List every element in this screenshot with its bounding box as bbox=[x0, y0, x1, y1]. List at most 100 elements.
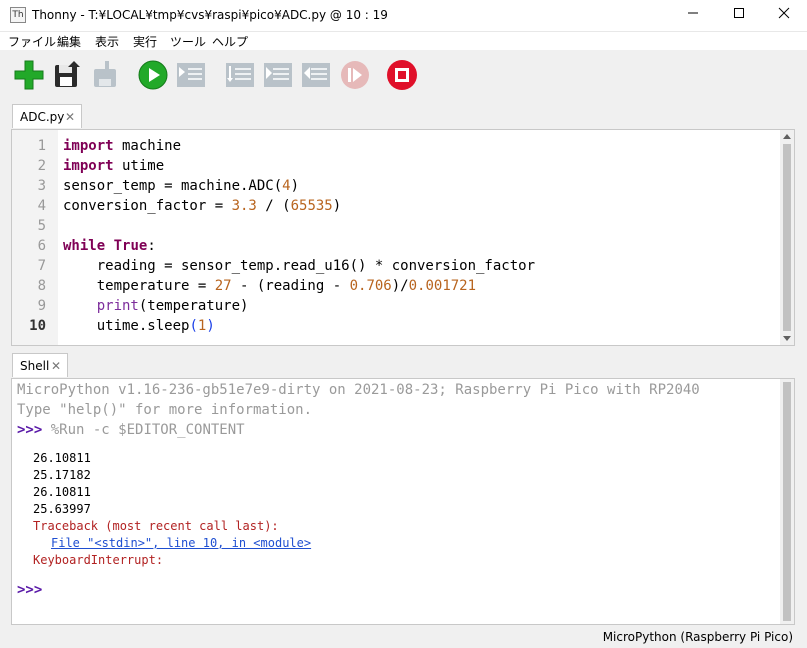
builtin-name: print bbox=[96, 298, 139, 314]
debug-button[interactable] bbox=[175, 59, 207, 91]
code-line-3: sensor_temp = machine.ADC(4) bbox=[63, 178, 299, 194]
code-text: conversion_factor = bbox=[63, 198, 232, 214]
traceback-header: Traceback (most recent call last): bbox=[33, 519, 279, 533]
save-button[interactable] bbox=[52, 59, 84, 91]
editor-scrollbar[interactable] bbox=[780, 130, 794, 345]
resume-button[interactable] bbox=[339, 59, 371, 91]
title-bar: Th Thonny - T:¥LOCAL¥tmp¥cvs¥raspi¥pico¥… bbox=[0, 0, 807, 32]
code-editor[interactable]: 1 2 3 4 5 6 7 8 9 10 import machine impo… bbox=[11, 129, 795, 346]
keyword: import bbox=[63, 158, 114, 174]
number-literal: 65535 bbox=[290, 198, 333, 214]
menu-file[interactable]: ファイル bbox=[8, 33, 56, 50]
maximize-icon bbox=[734, 8, 744, 18]
tab-shell[interactable]: Shell ✕ bbox=[12, 353, 68, 377]
line-number: 6 bbox=[37, 238, 46, 254]
line-number: 5 bbox=[37, 218, 46, 234]
step-over-button[interactable] bbox=[224, 59, 256, 91]
code-text: ) bbox=[332, 198, 342, 214]
error-message: KeyboardInterrupt: bbox=[33, 553, 164, 567]
close-button[interactable] bbox=[761, 0, 807, 31]
step-out-button[interactable] bbox=[300, 59, 332, 91]
stop-icon bbox=[387, 60, 417, 90]
number-literal: 4 bbox=[282, 178, 291, 194]
window-title: Thonny - T:¥LOCAL¥tmp¥cvs¥raspi¥pico¥ADC… bbox=[32, 8, 388, 22]
code-text: sensor_temp = machine.ADC( bbox=[63, 178, 283, 194]
code-text: (temperature) bbox=[138, 298, 249, 314]
step-over-icon bbox=[226, 63, 254, 87]
close-tab-icon[interactable]: ✕ bbox=[65, 105, 75, 129]
new-file-button[interactable] bbox=[13, 59, 45, 91]
code-text: : bbox=[147, 238, 156, 254]
line-number: 2 bbox=[37, 158, 46, 174]
code-line-4: conversion_factor = 3.3 / (65535) bbox=[63, 198, 341, 214]
shell-scrollbar[interactable] bbox=[780, 379, 794, 624]
code-line-9: print(temperature) bbox=[63, 298, 249, 314]
step-into-button[interactable] bbox=[262, 59, 294, 91]
close-tab-icon[interactable]: ✕ bbox=[51, 354, 61, 378]
code-text: utime bbox=[113, 158, 165, 174]
number-literal: 0.001721 bbox=[408, 278, 477, 294]
run-command-text: %Run -c $EDITOR_CONTENT bbox=[42, 422, 245, 438]
tab-label: Shell bbox=[20, 359, 50, 373]
shell-banner-line: Type "help()" for more information. bbox=[17, 402, 313, 418]
code-line-1: import machine bbox=[63, 138, 181, 154]
tab-label: ADC.py bbox=[20, 110, 65, 124]
resume-icon bbox=[341, 61, 369, 89]
shell-output-line: 25.63997 bbox=[33, 502, 91, 516]
menu-view[interactable]: 表示 bbox=[95, 33, 119, 50]
step-into-icon bbox=[264, 63, 292, 87]
load-button[interactable] bbox=[91, 59, 123, 91]
shell-input-prompt[interactable]: >>> bbox=[17, 582, 42, 598]
code-text: temperature = bbox=[63, 278, 215, 294]
scrollbar-thumb bbox=[783, 144, 791, 331]
line-number-gutter: 1 2 3 4 5 6 7 8 9 10 bbox=[12, 130, 58, 345]
menu-run[interactable]: 実行 bbox=[133, 33, 157, 50]
menu-help[interactable]: ヘルプ bbox=[212, 33, 248, 50]
matched-paren: ) bbox=[206, 318, 215, 334]
close-icon bbox=[778, 7, 790, 19]
maximize-button[interactable] bbox=[716, 0, 762, 31]
code-line-6: while True: bbox=[63, 238, 156, 254]
save-icon bbox=[55, 61, 80, 87]
minimize-icon bbox=[688, 12, 698, 14]
menu-tools[interactable]: ツール bbox=[170, 33, 206, 50]
line-number: 4 bbox=[37, 198, 46, 214]
line-number: 3 bbox=[37, 178, 46, 194]
code-text: machine bbox=[113, 138, 182, 154]
code-text: - (reading - bbox=[231, 278, 350, 294]
thonny-app-icon[interactable]: Th bbox=[10, 7, 26, 23]
number-literal: 27 bbox=[214, 278, 232, 294]
matched-paren: ( bbox=[189, 318, 198, 334]
line-number: 7 bbox=[37, 258, 46, 274]
line-number: 1 bbox=[37, 138, 46, 154]
line-number: 9 bbox=[37, 298, 46, 314]
line-number: 8 bbox=[37, 278, 46, 294]
plus-icon bbox=[14, 60, 44, 90]
code-line-10: utime.sleep(1) bbox=[63, 318, 215, 334]
run-button[interactable] bbox=[137, 59, 169, 91]
stop-button[interactable] bbox=[386, 59, 418, 91]
code-line-7: reading = sensor_temp.read_u16() * conve… bbox=[63, 258, 536, 274]
scroll-down-arrow-icon bbox=[783, 336, 791, 341]
keyword: import bbox=[63, 138, 114, 154]
number-literal: 3.3 bbox=[231, 198, 257, 214]
code-line-2: import utime bbox=[63, 158, 164, 174]
menu-edit[interactable]: 編集 bbox=[57, 33, 81, 50]
menu-bar: ファイル 編集 表示 実行 ツール ヘルプ bbox=[0, 32, 807, 50]
run-icon bbox=[138, 60, 168, 90]
load-icon bbox=[94, 61, 116, 87]
code-text: )/ bbox=[391, 278, 409, 294]
traceback-file-link[interactable]: File "<stdin>", line 10, in <module> bbox=[51, 536, 311, 550]
code-text: ) bbox=[290, 178, 300, 194]
tab-adc-py[interactable]: ADC.py ✕ bbox=[12, 104, 82, 128]
scrollbar-thumb bbox=[783, 382, 791, 621]
shell-output-line: 26.10811 bbox=[33, 451, 91, 465]
shell-console[interactable]: MicroPython v1.16-236-gb51e7e9-dirty on … bbox=[11, 378, 795, 625]
minimize-button[interactable] bbox=[670, 0, 716, 31]
shell-run-command: >>> %Run -c $EDITOR_CONTENT bbox=[17, 422, 245, 438]
code-text: / ( bbox=[256, 198, 291, 214]
shell-prompt: >>> bbox=[17, 422, 43, 438]
interpreter-selector[interactable]: MicroPython (Raspberry Pi Pico) bbox=[603, 630, 793, 644]
